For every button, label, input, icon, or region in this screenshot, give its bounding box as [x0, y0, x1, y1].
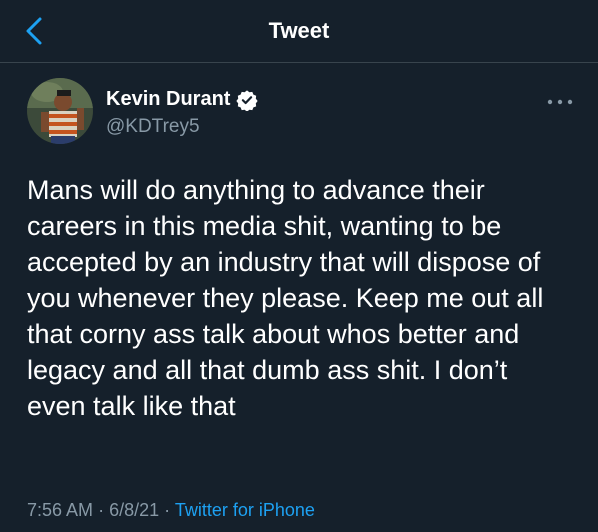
tweet-source-link[interactable]: Twitter for iPhone — [175, 500, 315, 520]
top-navigation-bar: Tweet — [0, 0, 598, 62]
header-divider — [0, 62, 598, 63]
author-handle[interactable]: @KDTrey5 — [106, 116, 200, 138]
verified-badge-icon — [236, 89, 259, 111]
more-options-icon — [547, 99, 573, 105]
tweet-time: 7:56 AM — [27, 500, 94, 520]
meta-separator: · — [98, 500, 105, 520]
author-name-row[interactable]: Kevin Durant — [106, 88, 259, 111]
author-avatar[interactable] — [27, 78, 93, 144]
tweet-metadata: 7:56 AM · 6/8/21 · Twitter for iPhone — [27, 500, 315, 521]
author-name[interactable]: Kevin Durant — [106, 88, 230, 111]
page-title: Tweet — [268, 18, 330, 43]
tweet-detail-screen: Tweet Kevin Durant @KDTrey5 Mans will do… — [0, 0, 598, 532]
tweet-date: 6/8/21 — [109, 500, 160, 520]
tweet-text: Mans will do anything to advance their c… — [27, 175, 544, 421]
avatar-image — [27, 78, 93, 144]
more-options-button[interactable] — [544, 94, 576, 110]
meta-separator: · — [164, 500, 171, 520]
